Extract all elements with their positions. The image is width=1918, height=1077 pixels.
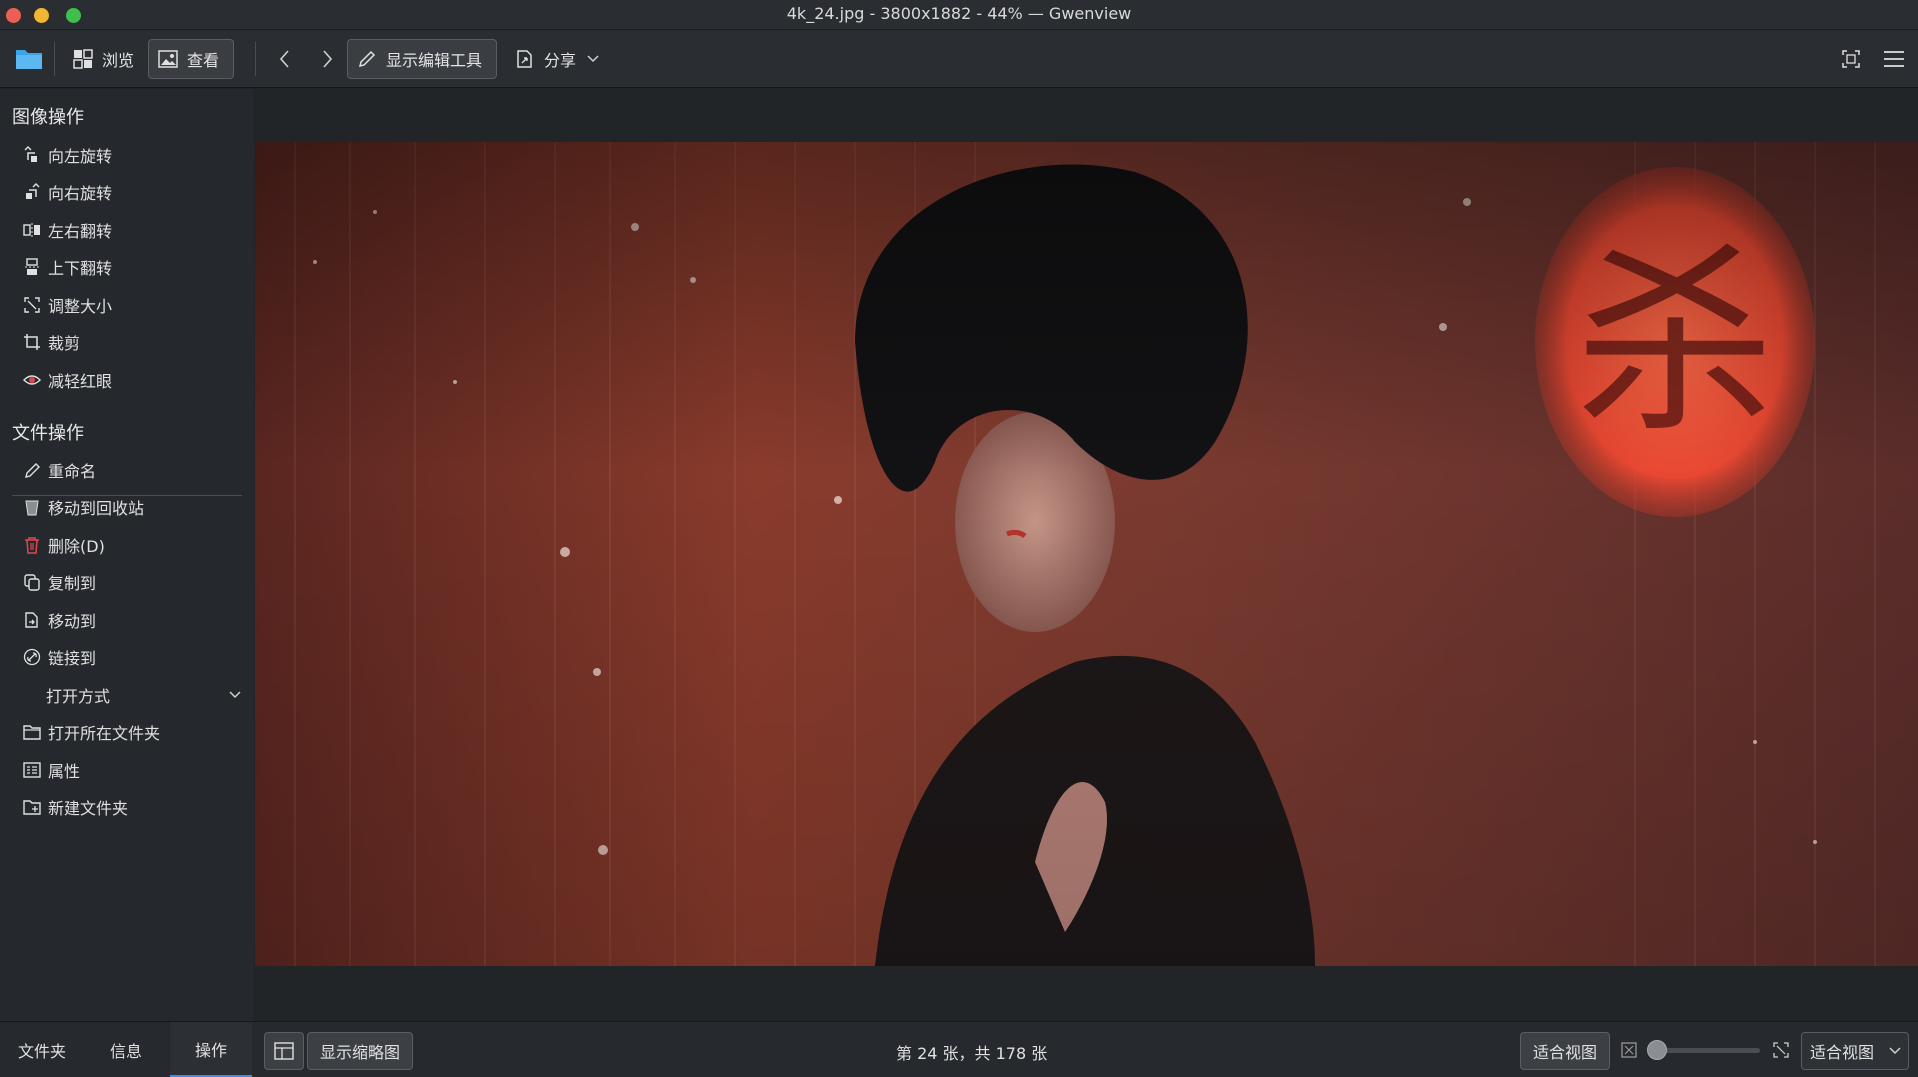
zoom-slider-handle[interactable] [1647, 1040, 1667, 1060]
red-eye-label: 减轻红眼 [48, 372, 113, 391]
rename-item[interactable]: 重命名 [22, 455, 242, 485]
resize-item[interactable]: 调整大小 [22, 290, 242, 320]
show-editor-button[interactable]: 显示编辑工具 [347, 39, 497, 79]
properties-item[interactable]: 属性 [22, 755, 242, 785]
flip-horizontal-icon [22, 220, 42, 240]
folder-icon [16, 50, 42, 69]
chevron-left-icon [279, 50, 289, 68]
title-bar: 4k_24.jpg - 3800x1882 - 44% — Gwenview [0, 0, 1918, 30]
share-icon [517, 50, 532, 68]
link-to-item[interactable]: 链接到 [22, 642, 242, 672]
view-button[interactable]: 查看 [148, 39, 234, 79]
previous-button[interactable] [268, 39, 302, 79]
resize-icon [22, 295, 42, 315]
browse-button[interactable]: 浏览 [64, 39, 142, 79]
image-ops-title: 图像操作 [12, 107, 84, 128]
flip-vertical-item[interactable]: 上下翻转 [22, 252, 242, 282]
zoom-select[interactable]: 适合视图 [1801, 1032, 1909, 1070]
chevron-down-icon [1889, 1047, 1901, 1055]
toolbar-separator [255, 42, 256, 76]
show-thumbnails-button[interactable]: 显示缩略图 [307, 1032, 413, 1070]
zoom-in-icon[interactable] [1772, 1041, 1790, 1059]
delete-item[interactable]: 删除(D) [22, 530, 242, 560]
file-ops-title: 文件操作 [12, 423, 84, 444]
displayed-image[interactable]: 杀 [255, 142, 1918, 966]
red-eye-icon [22, 370, 42, 390]
status-bar: 文件夹 信息 操作 显示缩略图 第 24 张，共 178 张 适合视图 适合视图 [0, 1021, 1918, 1077]
view-label: 查看 [187, 51, 220, 70]
open-containing-folder-item[interactable]: 打开所在文件夹 [22, 717, 242, 747]
hamburger-menu-button[interactable] [1874, 39, 1914, 79]
tab-info[interactable]: 信息 [84, 1022, 168, 1077]
crop-item[interactable]: 裁剪 [22, 327, 242, 357]
sidebar: 图像操作 向左旋转 向右旋转 左右翻转 上下翻转 调整大小 裁剪 减轻红眼 文件… [0, 89, 254, 1021]
rename-label: 重命名 [48, 462, 97, 481]
resize-label: 调整大小 [48, 297, 113, 316]
window-title: 4k_24.jpg - 3800x1882 - 44% — Gwenview [786, 4, 1132, 23]
share-button[interactable]: 分享 [506, 39, 608, 79]
delete-icon [22, 535, 42, 555]
main-toolbar: 浏览 查看 显示编辑工具 分享 [0, 30, 1918, 88]
show-editor-label: 显示编辑工具 [386, 51, 483, 70]
move-to-trash-item[interactable]: 移动到回收站 [22, 492, 242, 522]
move-to-trash-label: 移动到回收站 [48, 499, 145, 518]
chevron-down-icon [229, 691, 241, 699]
crop-icon [22, 332, 42, 352]
copy-to-item[interactable]: 复制到 [22, 567, 242, 597]
move-to-label: 移动到 [48, 612, 97, 631]
grid-icon [73, 49, 93, 69]
new-folder-icon [22, 797, 42, 817]
rotate-right-item[interactable]: 向右旋转 [22, 177, 242, 207]
hamburger-menu-icon [1884, 51, 1904, 67]
red-eye-item[interactable]: 减轻红眼 [22, 365, 242, 395]
chevron-down-icon [587, 55, 599, 63]
flip-horizontal-item[interactable]: 左右翻转 [22, 215, 242, 245]
link-icon [22, 647, 42, 667]
toggle-sidebar-button[interactable] [264, 1032, 304, 1070]
link-to-label: 链接到 [48, 649, 97, 668]
crop-label: 裁剪 [48, 334, 81, 353]
move-to-item[interactable]: 移动到 [22, 605, 242, 635]
chevron-right-icon [323, 50, 333, 68]
fullscreen-icon [1842, 50, 1860, 68]
browse-label: 浏览 [102, 51, 135, 70]
rotate-left-item[interactable]: 向左旋转 [22, 140, 242, 170]
image-icon [158, 50, 178, 68]
next-button[interactable] [310, 39, 344, 79]
copy-icon [22, 572, 42, 592]
rotate-right-label: 向右旋转 [48, 184, 113, 203]
flip-vertical-label: 上下翻转 [48, 259, 113, 278]
fullscreen-button[interactable] [1832, 39, 1870, 79]
new-folder-label: 新建文件夹 [48, 799, 129, 818]
delete-label: 删除(D) [48, 537, 105, 556]
rotate-right-icon [22, 182, 42, 202]
tab-operations[interactable]: 操作 [170, 1022, 252, 1077]
open-with-item[interactable]: 打开方式 [22, 680, 242, 710]
pencil-icon [358, 50, 376, 68]
rename-icon [22, 460, 42, 480]
flip-horizontal-label: 左右翻转 [48, 222, 113, 241]
tab-folders[interactable]: 文件夹 [0, 1022, 84, 1077]
share-label: 分享 [544, 51, 577, 70]
properties-icon [22, 760, 42, 780]
sidebar-toggle-icon [274, 1042, 294, 1060]
open-with-label: 打开方式 [46, 687, 111, 706]
rotate-left-label: 向左旋转 [48, 147, 113, 166]
folder-icon [22, 722, 42, 742]
copy-to-label: 复制到 [48, 574, 97, 593]
move-icon [22, 610, 42, 630]
fit-view-button[interactable]: 适合视图 [1520, 1032, 1610, 1070]
open-containing-folder-label: 打开所在文件夹 [48, 724, 161, 743]
rotate-left-icon [22, 145, 42, 165]
zoom-out-icon[interactable] [1620, 1041, 1638, 1059]
image-position-text: 第 24 张，共 178 张 [896, 1044, 1048, 1063]
trash-icon [22, 497, 42, 517]
new-folder-item[interactable]: 新建文件夹 [22, 792, 242, 822]
flip-vertical-icon [22, 257, 42, 277]
toolbar-separator [54, 42, 55, 76]
open-folder-button[interactable] [6, 39, 52, 79]
zoom-select-value: 适合视图 [1810, 1043, 1875, 1062]
properties-label: 属性 [48, 762, 81, 781]
